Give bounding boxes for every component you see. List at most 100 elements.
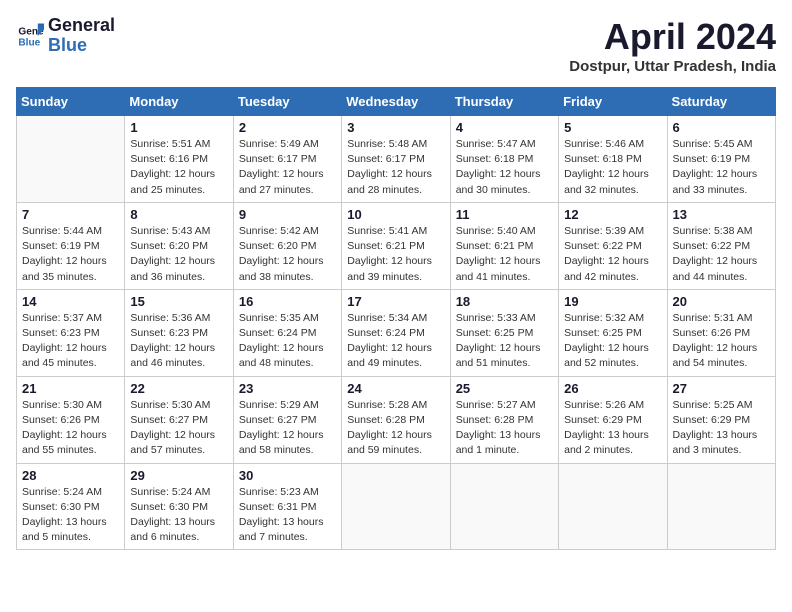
calendar-cell: 2 Sunrise: 5:49 AMSunset: 6:17 PMDaylight… xyxy=(233,116,341,203)
logo-icon: General Blue xyxy=(16,22,44,50)
calendar-cell: 18 Sunrise: 5:33 AMSunset: 6:25 PMDayligh… xyxy=(450,289,558,376)
day-number: 5 xyxy=(564,120,661,135)
calendar-cell: 7 Sunrise: 5:44 AMSunset: 6:19 PMDaylight… xyxy=(17,202,125,289)
calendar-cell: 1 Sunrise: 5:51 AMSunset: 6:16 PMDaylight… xyxy=(125,116,233,203)
day-number: 29 xyxy=(130,468,227,483)
calendar-cell: 10 Sunrise: 5:41 AMSunset: 6:21 PMDayligh… xyxy=(342,202,450,289)
calendar-cell: 4Sunrise: 5:47 AMSunset: 6:18 PMDaylight… xyxy=(450,116,558,203)
cell-info: Sunrise: 5:28 AMSunset: 6:28 PMDaylight:… xyxy=(347,398,444,459)
calendar-cell xyxy=(667,463,775,550)
cell-info: Sunrise: 5:44 AMSunset: 6:19 PMDaylight:… xyxy=(22,224,119,285)
calendar-cell: 12 Sunrise: 5:39 AMSunset: 6:22 PMDayligh… xyxy=(559,202,667,289)
cell-info: Sunrise: 5:48 AMSunset: 6:17 PMDaylight:… xyxy=(347,137,444,198)
cell-info: Sunrise: 5:24 AMSunset: 6:30 PMDaylight:… xyxy=(22,485,119,546)
cell-info: Sunrise: 5:33 AMSunset: 6:25 PMDaylight:… xyxy=(456,311,553,372)
cell-info: Sunrise: 5:36 AMSunset: 6:23 PMDaylight:… xyxy=(130,311,227,372)
day-number: 23 xyxy=(239,381,336,396)
day-number: 8 xyxy=(130,207,227,222)
day-number: 24 xyxy=(347,381,444,396)
day-number: 20 xyxy=(673,294,770,309)
calendar-cell: 6 Sunrise: 5:45 AMSunset: 6:19 PMDaylight… xyxy=(667,116,775,203)
day-number: 25 xyxy=(456,381,553,396)
cell-info: Sunrise: 5:35 AMSunset: 6:24 PMDaylight:… xyxy=(239,311,336,372)
calendar-cell: 30Sunrise: 5:23 AMSunset: 6:31 PMDayligh… xyxy=(233,463,341,550)
cell-info: Sunrise: 5:39 AMSunset: 6:22 PMDaylight:… xyxy=(564,224,661,285)
logo: General Blue General Blue xyxy=(16,16,115,56)
cell-info: Sunrise: 5:45 AMSunset: 6:19 PMDaylight:… xyxy=(673,137,770,198)
day-number: 6 xyxy=(673,120,770,135)
day-number: 22 xyxy=(130,381,227,396)
col-header-friday: Friday xyxy=(559,88,667,116)
col-header-wednesday: Wednesday xyxy=(342,88,450,116)
col-header-thursday: Thursday xyxy=(450,88,558,116)
cell-info: Sunrise: 5:51 AMSunset: 6:16 PMDaylight:… xyxy=(130,137,227,198)
calendar-cell: 20 Sunrise: 5:31 AMSunset: 6:26 PMDayligh… xyxy=(667,289,775,376)
title-block: April 2024 Dostpur, Uttar Pradesh, India xyxy=(569,16,776,75)
cell-info: Sunrise: 5:38 AMSunset: 6:22 PMDaylight:… xyxy=(673,224,770,285)
day-number: 4 xyxy=(456,120,553,135)
day-number: 30 xyxy=(239,468,336,483)
calendar-cell: 15 Sunrise: 5:36 AMSunset: 6:23 PMDayligh… xyxy=(125,289,233,376)
svg-text:Blue: Blue xyxy=(18,37,40,48)
cell-info: Sunrise: 5:30 AMSunset: 6:26 PMDaylight:… xyxy=(22,398,119,459)
col-header-sunday: Sunday xyxy=(17,88,125,116)
cell-info: Sunrise: 5:40 AMSunset: 6:21 PMDaylight:… xyxy=(456,224,553,285)
cell-info: Sunrise: 5:31 AMSunset: 6:26 PMDaylight:… xyxy=(673,311,770,372)
cell-info: Sunrise: 5:32 AMSunset: 6:25 PMDaylight:… xyxy=(564,311,661,372)
col-header-tuesday: Tuesday xyxy=(233,88,341,116)
day-number: 10 xyxy=(347,207,444,222)
calendar-cell: 27Sunrise: 5:25 AMSunset: 6:29 PMDayligh… xyxy=(667,376,775,463)
day-number: 15 xyxy=(130,294,227,309)
calendar-cell: 16Sunrise: 5:35 AMSunset: 6:24 PMDayligh… xyxy=(233,289,341,376)
day-number: 7 xyxy=(22,207,119,222)
calendar-cell: 23Sunrise: 5:29 AMSunset: 6:27 PMDayligh… xyxy=(233,376,341,463)
calendar-cell xyxy=(559,463,667,550)
calendar-header: SundayMondayTuesdayWednesdayThursdayFrid… xyxy=(17,88,776,116)
day-number: 17 xyxy=(347,294,444,309)
calendar-cell: 3 Sunrise: 5:48 AMSunset: 6:17 PMDaylight… xyxy=(342,116,450,203)
calendar-cell: 17 Sunrise: 5:34 AMSunset: 6:24 PMDayligh… xyxy=(342,289,450,376)
day-number: 12 xyxy=(564,207,661,222)
day-number: 14 xyxy=(22,294,119,309)
cell-info: Sunrise: 5:26 AMSunset: 6:29 PMDaylight:… xyxy=(564,398,661,459)
month-title: April 2024 xyxy=(569,16,776,58)
cell-info: Sunrise: 5:37 AMSunset: 6:23 PMDaylight:… xyxy=(22,311,119,372)
calendar-cell xyxy=(342,463,450,550)
calendar-cell: 26 Sunrise: 5:26 AMSunset: 6:29 PMDayligh… xyxy=(559,376,667,463)
cell-info: Sunrise: 5:24 AMSunset: 6:30 PMDaylight:… xyxy=(130,485,227,546)
calendar-cell: 21 Sunrise: 5:30 AMSunset: 6:26 PMDayligh… xyxy=(17,376,125,463)
calendar-cell: 22 Sunrise: 5:30 AMSunset: 6:27 PMDayligh… xyxy=(125,376,233,463)
day-number: 21 xyxy=(22,381,119,396)
location: Dostpur, Uttar Pradesh, India xyxy=(569,58,776,75)
day-number: 11 xyxy=(456,207,553,222)
calendar-cell: 24 Sunrise: 5:28 AMSunset: 6:28 PMDayligh… xyxy=(342,376,450,463)
day-number: 27 xyxy=(673,381,770,396)
calendar-cell: 5 Sunrise: 5:46 AMSunset: 6:18 PMDaylight… xyxy=(559,116,667,203)
day-number: 3 xyxy=(347,120,444,135)
day-number: 26 xyxy=(564,381,661,396)
day-number: 9 xyxy=(239,207,336,222)
day-number: 13 xyxy=(673,207,770,222)
calendar-cell: 11 Sunrise: 5:40 AMSunset: 6:21 PMDayligh… xyxy=(450,202,558,289)
col-header-monday: Monday xyxy=(125,88,233,116)
day-number: 1 xyxy=(130,120,227,135)
calendar-cell: 8Sunrise: 5:43 AMSunset: 6:20 PMDaylight… xyxy=(125,202,233,289)
col-header-saturday: Saturday xyxy=(667,88,775,116)
cell-info: Sunrise: 5:49 AMSunset: 6:17 PMDaylight:… xyxy=(239,137,336,198)
cell-info: Sunrise: 5:30 AMSunset: 6:27 PMDaylight:… xyxy=(130,398,227,459)
calendar-cell: 9Sunrise: 5:42 AMSunset: 6:20 PMDaylight… xyxy=(233,202,341,289)
calendar-cell: 13 Sunrise: 5:38 AMSunset: 6:22 PMDayligh… xyxy=(667,202,775,289)
calendar-cell: 25Sunrise: 5:27 AMSunset: 6:28 PMDayligh… xyxy=(450,376,558,463)
cell-info: Sunrise: 5:41 AMSunset: 6:21 PMDaylight:… xyxy=(347,224,444,285)
day-number: 18 xyxy=(456,294,553,309)
day-number: 19 xyxy=(564,294,661,309)
cell-info: Sunrise: 5:46 AMSunset: 6:18 PMDaylight:… xyxy=(564,137,661,198)
page-header: General Blue General Blue April 2024 Dos… xyxy=(16,16,776,75)
calendar-cell xyxy=(450,463,558,550)
calendar-table: SundayMondayTuesdayWednesdayThursdayFrid… xyxy=(16,87,776,550)
calendar-cell: 28Sunrise: 5:24 AMSunset: 6:30 PMDayligh… xyxy=(17,463,125,550)
day-number: 2 xyxy=(239,120,336,135)
calendar-cell xyxy=(17,116,125,203)
calendar-cell: 14 Sunrise: 5:37 AMSunset: 6:23 PMDayligh… xyxy=(17,289,125,376)
cell-info: Sunrise: 5:34 AMSunset: 6:24 PMDaylight:… xyxy=(347,311,444,372)
